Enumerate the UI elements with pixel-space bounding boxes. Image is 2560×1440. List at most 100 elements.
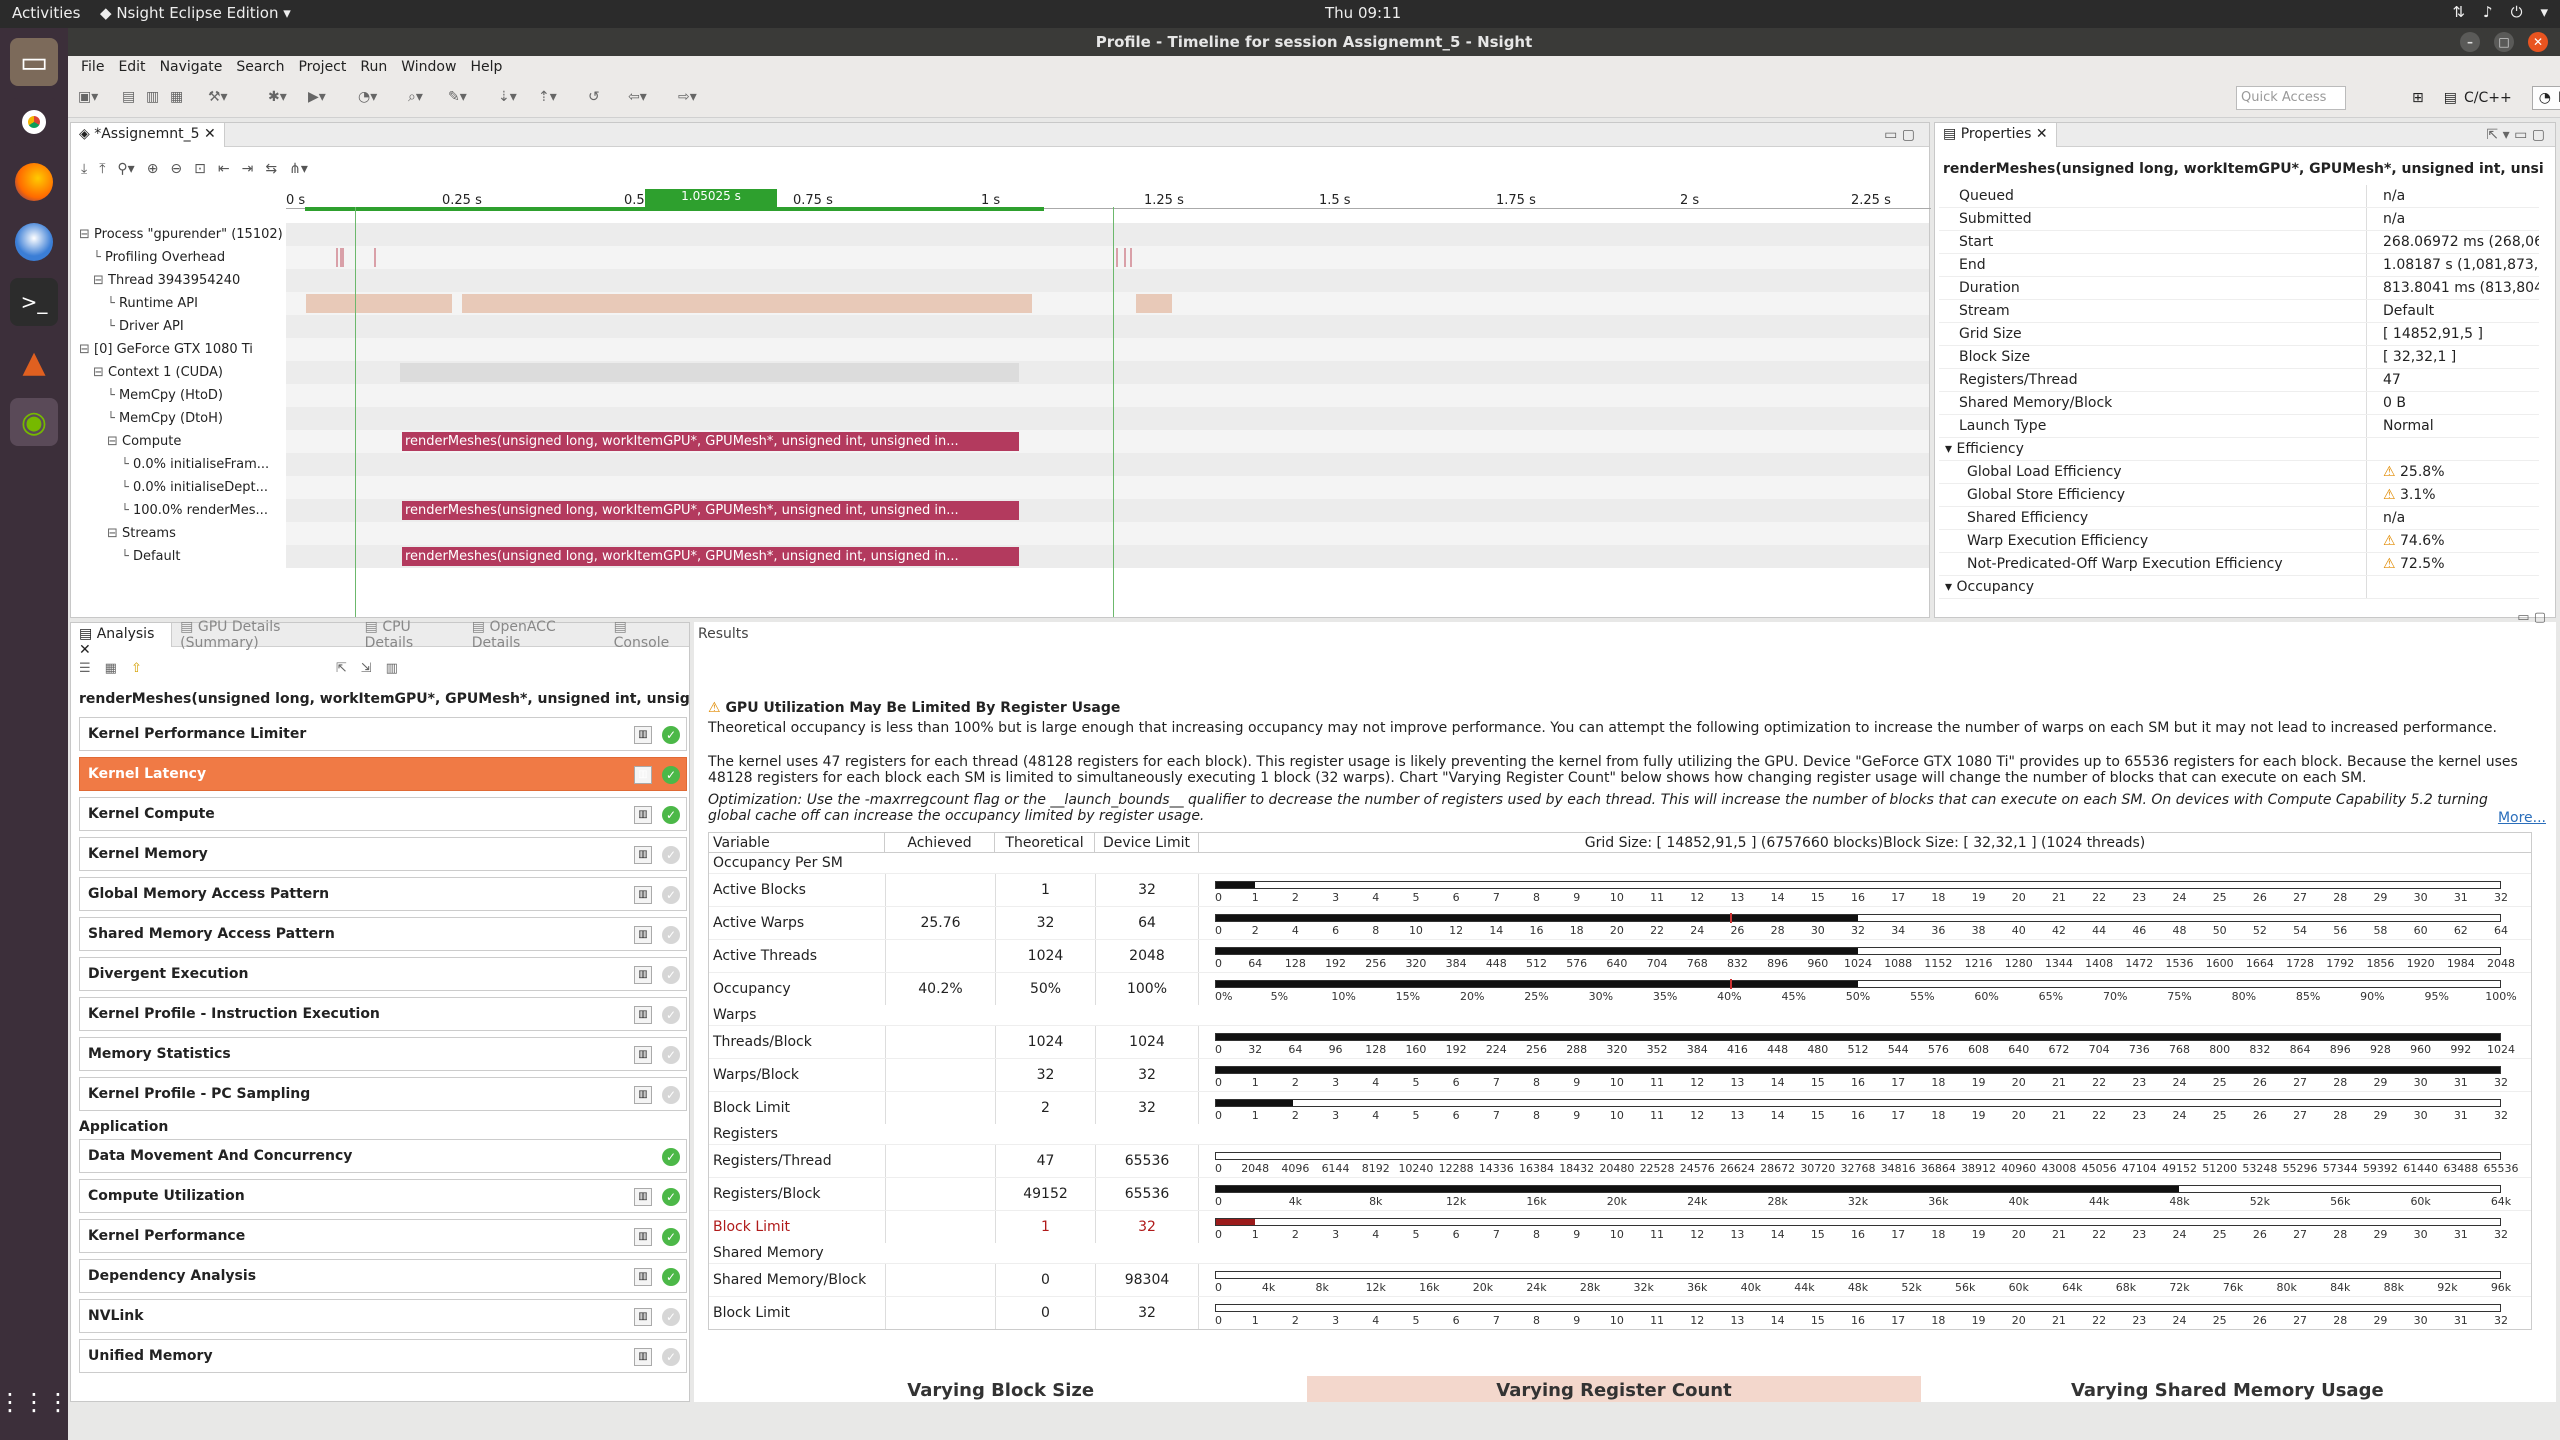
- export-pdf-icon[interactable]: ▥: [386, 661, 398, 676]
- align-icon[interactable]: ⇤: [218, 161, 230, 177]
- analysis-item[interactable]: Unified Memory ▥ ✓: [79, 1339, 687, 1373]
- timeline-row[interactable]: renderMeshes(unsigned long, workItemGPU*…: [73, 430, 1929, 453]
- chart-icon[interactable]: ▥: [634, 846, 652, 864]
- perspective-cpp[interactable]: ▤ C/C++: [2437, 86, 2526, 110]
- perspective-profile[interactable]: ◔Profile: [2531, 86, 2560, 110]
- chart-icon[interactable]: ▥: [634, 1006, 652, 1024]
- analysis-item[interactable]: NVLink ▥ ✓: [79, 1299, 687, 1333]
- more-link[interactable]: More...: [2498, 810, 2546, 826]
- chart-icon[interactable]: ▥: [634, 886, 652, 904]
- clock[interactable]: Thu 09:11: [1325, 4, 1401, 22]
- menu-edit[interactable]: Edit: [111, 56, 152, 80]
- activity-bar[interactable]: [400, 363, 1019, 382]
- occupancy-row[interactable]: Active Threads 1024 2048 0 64 128 192 256 320 384…: [709, 939, 2531, 972]
- analysis-item[interactable]: Data Movement And Concurrency ✓: [79, 1139, 687, 1173]
- varying-shared-memory-title[interactable]: Varying Shared Memory Usage: [1921, 1376, 2534, 1402]
- build-icon[interactable]: ⚒▾: [208, 89, 228, 105]
- occupancy-row[interactable]: Block Limit 0 32 0 1 2 3 4 5 6 7 8 9 10 11 12 13 14 15 16 17…: [709, 1296, 2531, 1329]
- tree-icon[interactable]: ⋔▾: [289, 161, 308, 177]
- occupancy-row[interactable]: Active Blocks 1 32 0 1 2 3 4 5 6 7 8 9 10 11 12 13 14 15 16…: [709, 873, 2531, 906]
- property-row[interactable]: Warp Execution Efficiency ⚠ 74.6%: [1939, 530, 2539, 553]
- collapse-toggle-icon[interactable]: ⊟: [107, 434, 122, 449]
- tab-analysis[interactable]: ▤ Analysis ✕: [71, 622, 173, 658]
- expand-icon[interactable]: ⇱: [336, 661, 347, 676]
- save-all-icon[interactable]: ▥: [146, 89, 159, 105]
- analysis-item[interactable]: Kernel Profile - Instruction Execution ▥ ✓: [79, 997, 687, 1031]
- property-row[interactable]: Global Store Efficiency ⚠ 3.1%: [1939, 484, 2539, 507]
- kernel-bar[interactable]: renderMeshes(unsigned long, workItemGPU*…: [402, 547, 1019, 566]
- timeline-lane[interactable]: [286, 361, 1929, 384]
- quick-access-input[interactable]: Quick Access: [2236, 86, 2346, 110]
- property-row[interactable]: Launch Type Normal: [1939, 415, 2539, 438]
- timeline-lane[interactable]: renderMeshes(unsigned long, workItemGPU*…: [286, 545, 1929, 568]
- timeline-row[interactable]: ⊟ Context 1 (CUDA): [73, 361, 1929, 384]
- import-icon[interactable]: ⤒: [99, 161, 105, 177]
- panel-minmax-icon[interactable]: ▭ ▢: [1884, 127, 1915, 143]
- property-row[interactable]: Shared Memory/Block 0 B: [1939, 392, 2539, 415]
- terminal-icon[interactable]: >_: [10, 278, 58, 326]
- sync-icon[interactable]: ⇆: [265, 161, 277, 177]
- analysis-item[interactable]: Divergent Execution ▥ ✓: [79, 957, 687, 991]
- timeline-lane[interactable]: [286, 223, 1929, 246]
- property-row[interactable]: Global Load Efficiency ⚠ 25.8%: [1939, 461, 2539, 484]
- app-menu[interactable]: ◆ Nsight Eclipse Edition ▾: [100, 4, 291, 22]
- kernel-bar[interactable]: renderMeshes(unsigned long, workItemGPU*…: [402, 501, 1019, 520]
- debug-icon[interactable]: ✱▾: [268, 89, 287, 105]
- property-row[interactable]: ▾ Efficiency: [1939, 438, 2539, 461]
- property-row[interactable]: ▾ Occupancy: [1939, 576, 2539, 599]
- timeline-row[interactable]: renderMeshes(unsigned long, workItemGPU*…: [73, 499, 1929, 522]
- range-start-line[interactable]: [355, 207, 356, 617]
- property-row[interactable]: Stream Default: [1939, 300, 2539, 323]
- varying-register-count-title[interactable]: Varying Register Count: [1307, 1376, 1921, 1402]
- activity-bar[interactable]: [306, 294, 452, 313]
- timeline-lane[interactable]: [286, 246, 1929, 269]
- tab-console[interactable]: ▤ Console: [606, 616, 689, 654]
- timeline-lane[interactable]: [286, 384, 1929, 407]
- analysis-item[interactable]: Compute Utilization ▥ ✓: [79, 1179, 687, 1213]
- menu-search[interactable]: Search: [229, 56, 291, 80]
- chart-icon[interactable]: ▥: [634, 1348, 652, 1366]
- save-icon[interactable]: ▤: [122, 89, 135, 105]
- varying-block-size-title[interactable]: Varying Block Size: [694, 1376, 1307, 1402]
- timeline-row[interactable]: └ Profiling Overhead: [73, 246, 1929, 269]
- timeline-lane[interactable]: [286, 476, 1929, 499]
- occupancy-row[interactable]: Occupancy 40.2% 50% 100% 0% 5% 10% 15% 20% 25% 30%…: [709, 972, 2531, 1005]
- activity-bar[interactable]: [1130, 248, 1132, 267]
- timeline-row[interactable]: └ 0.0% initialiseFram...: [73, 453, 1929, 476]
- analysis-item[interactable]: Kernel Memory ▥ ✓: [79, 837, 687, 871]
- files-icon[interactable]: ▭: [10, 38, 58, 86]
- collapse-toggle-icon[interactable]: ⊟: [93, 365, 108, 380]
- analysis-item[interactable]: Kernel Profile - PC Sampling ▥ ✓: [79, 1077, 687, 1111]
- maximize-icon[interactable]: □: [2494, 32, 2514, 52]
- zoom-out-icon[interactable]: ⊖: [170, 161, 182, 177]
- chart-icon[interactable]: ▥: [634, 1268, 652, 1286]
- timeline-lane[interactable]: [286, 315, 1929, 338]
- property-row[interactable]: Not-Predicated-Off Warp Execution Effici…: [1939, 553, 2539, 576]
- property-row[interactable]: Block Size [ 32,32,1 ]: [1939, 346, 2539, 369]
- analysis-item[interactable]: Memory Statistics ▥ ✓: [79, 1037, 687, 1071]
- occupancy-row[interactable]: Warps/Block 32 32 0 1 2 3 4 5 6 7 8 9 10 11 12 13 14 15 16 1…: [709, 1058, 2531, 1091]
- tab-assignment[interactable]: ◈ *Assignemnt_5 ✕: [71, 122, 225, 147]
- next-annotation-icon[interactable]: ⇡▾: [538, 89, 557, 105]
- menu-window[interactable]: Window: [394, 56, 463, 80]
- activity-bar[interactable]: [336, 248, 338, 267]
- unguided-mode-icon[interactable]: ▦: [105, 661, 117, 676]
- prev-annotation-icon[interactable]: ⇣▾: [498, 89, 517, 105]
- tab-gpu-details[interactable]: ▤ GPU Details (Summary): [172, 616, 356, 654]
- menu-file[interactable]: File: [74, 56, 111, 80]
- timeline-row[interactable]: renderMeshes(unsigned long, workItemGPU*…: [73, 545, 1929, 568]
- collapse-toggle-icon[interactable]: ⊟: [93, 273, 108, 288]
- menu-project[interactable]: Project: [291, 56, 353, 80]
- align-right-icon[interactable]: ⇥: [242, 161, 254, 177]
- kernel-bar[interactable]: renderMeshes(unsigned long, workItemGPU*…: [402, 432, 1019, 451]
- last-edit-icon[interactable]: ↺: [588, 89, 600, 105]
- print-icon[interactable]: ▦: [170, 89, 183, 105]
- occupancy-row[interactable]: Registers/Block 49152 65536 0 4k 8k 12k 16k 20k 2…: [709, 1177, 2531, 1210]
- filter-icon[interactable]: ⚲▾: [117, 161, 134, 177]
- property-row[interactable]: End 1.08187 s (1,081,873,82: [1939, 254, 2539, 277]
- show-apps-icon[interactable]: ⋮⋮⋮: [0, 1378, 70, 1426]
- timeline-lane[interactable]: renderMeshes(unsigned long, workItemGPU*…: [286, 499, 1929, 522]
- activity-bar[interactable]: [462, 294, 1032, 313]
- analysis-item[interactable]: Dependency Analysis ▥ ✓: [79, 1259, 687, 1293]
- close-icon[interactable]: ✕: [2528, 32, 2548, 52]
